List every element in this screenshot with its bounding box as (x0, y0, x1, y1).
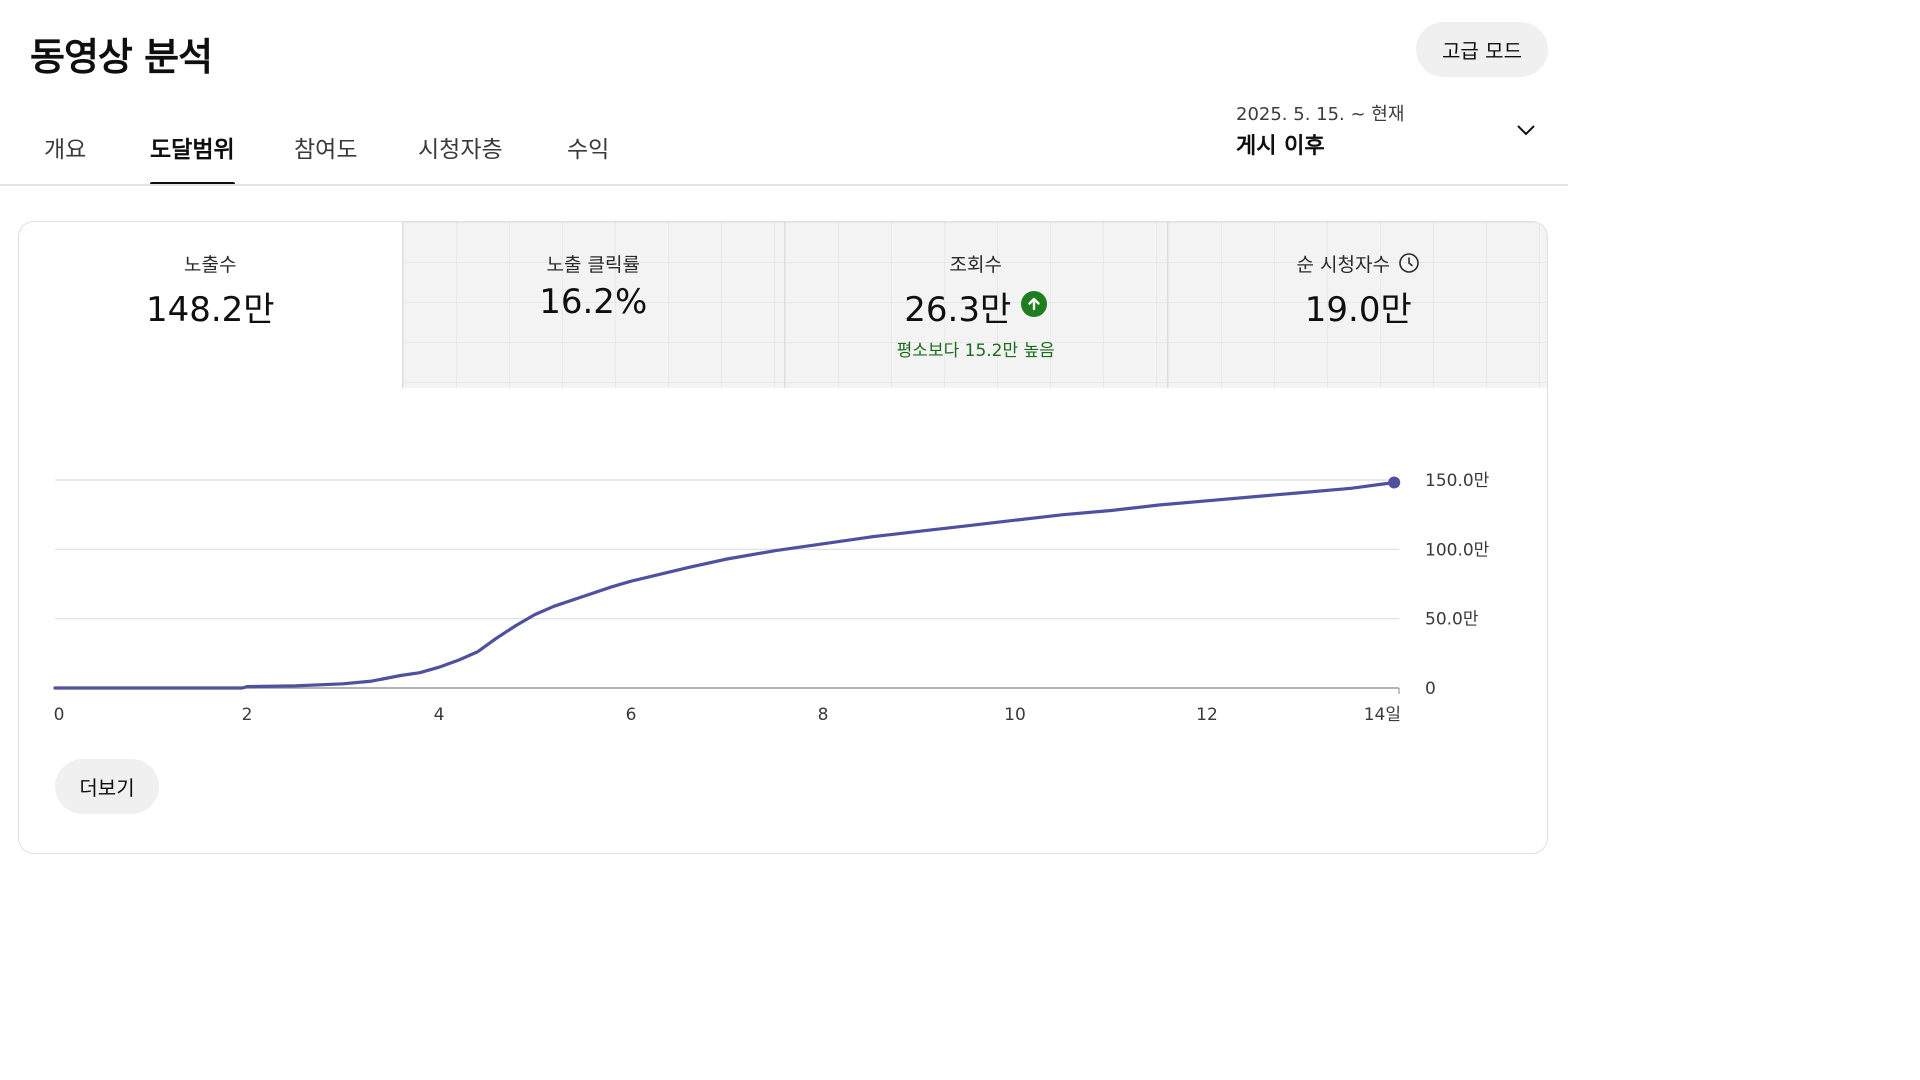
date-range-label: 게시 이후 (1236, 134, 1325, 159)
metric-label: 순 시청자수 (1296, 254, 1390, 276)
last-point-marker (1388, 476, 1401, 489)
x-tick-label: 2 (242, 705, 253, 725)
metric-label-row: 순 시청자수 (1168, 250, 1548, 277)
date-range-period: 2025. 5. 15. ~ 현재 (1236, 104, 1405, 125)
reach-card: 노출수 148.2만 노출 클릭률 16.2% 조회수 26.3만 평소보다 1… (18, 221, 1548, 854)
y-tick-label: 100.0만 (1425, 540, 1490, 560)
metric-value: 148.2만 (145, 290, 275, 330)
clock-icon[interactable] (1398, 252, 1420, 274)
chevron-down-icon (1517, 125, 1535, 136)
metric-impressions[interactable]: 노출수 148.2만 (19, 222, 402, 388)
x-tick-label: 6 (626, 705, 637, 725)
tab-revenue[interactable]: 수익 (567, 130, 609, 186)
advanced-mode-button[interactable]: 고급 모드 (1416, 22, 1548, 77)
metric-value: 26.3만 (904, 290, 1012, 330)
metric-value: 19.0만 (1304, 290, 1412, 330)
metric-label: 노출수 (184, 254, 237, 276)
date-range-selector[interactable]: 2025. 5. 15. ~ 현재 게시 이후 (1236, 98, 1548, 168)
metric-value-row: 26.3만 (785, 282, 1167, 331)
metric-tabs: 노출수 148.2만 노출 클릭률 16.2% 조회수 26.3만 평소보다 1… (19, 222, 1548, 388)
page-title: 동영상 분석 (30, 35, 213, 79)
tab-overview[interactable]: 개요 (44, 130, 86, 186)
y-tick-label: 0 (1425, 679, 1436, 699)
tab-reach[interactable]: 도달범위 (150, 130, 235, 186)
metric-comparison-note: 평소보다 15.2만 높음 (896, 341, 1055, 361)
tabs-divider (0, 184, 1568, 186)
y-tick-label: 150.0만 (1425, 471, 1490, 491)
y-tick-label: 50.0만 (1425, 610, 1479, 630)
x-tick-label: 14일 (1364, 705, 1401, 725)
metric-label: 조회수 (949, 254, 1002, 276)
x-tick-label: 4 (434, 705, 445, 725)
arrow-up-circle-icon (1021, 291, 1048, 317)
see-more-button[interactable]: 더보기 (55, 759, 159, 814)
metric-label: 노출 클릭률 (546, 254, 640, 276)
metric-value: 16.2% (539, 282, 648, 322)
video-analytics-page: 동영상 분석 고급 모드 개요 도달범위 참여도 시청자층 수익 2025. 5… (0, 0, 1568, 884)
x-tick-label: 8 (818, 705, 829, 725)
metric-ctr[interactable]: 노출 클릭률 16.2% (401, 222, 784, 388)
tab-audience[interactable]: 시청자층 (418, 130, 503, 186)
series-line (53, 480, 1396, 690)
metric-unique-viewers[interactable]: 순 시청자수 19.0만 (1166, 222, 1548, 388)
x-tick-label: 10 (1004, 705, 1026, 725)
impressions-line-chart: 0 50.0만 100.0만 150.0만 0 2 4 6 8 10 12 14일 (53, 471, 1490, 725)
metric-views[interactable]: 조회수 26.3만 평소보다 15.2만 높음 (784, 222, 1167, 388)
x-tick-label: 0 (54, 705, 65, 725)
tab-engagement[interactable]: 참여도 (294, 130, 357, 186)
x-tick-label: 12 (1196, 705, 1218, 725)
